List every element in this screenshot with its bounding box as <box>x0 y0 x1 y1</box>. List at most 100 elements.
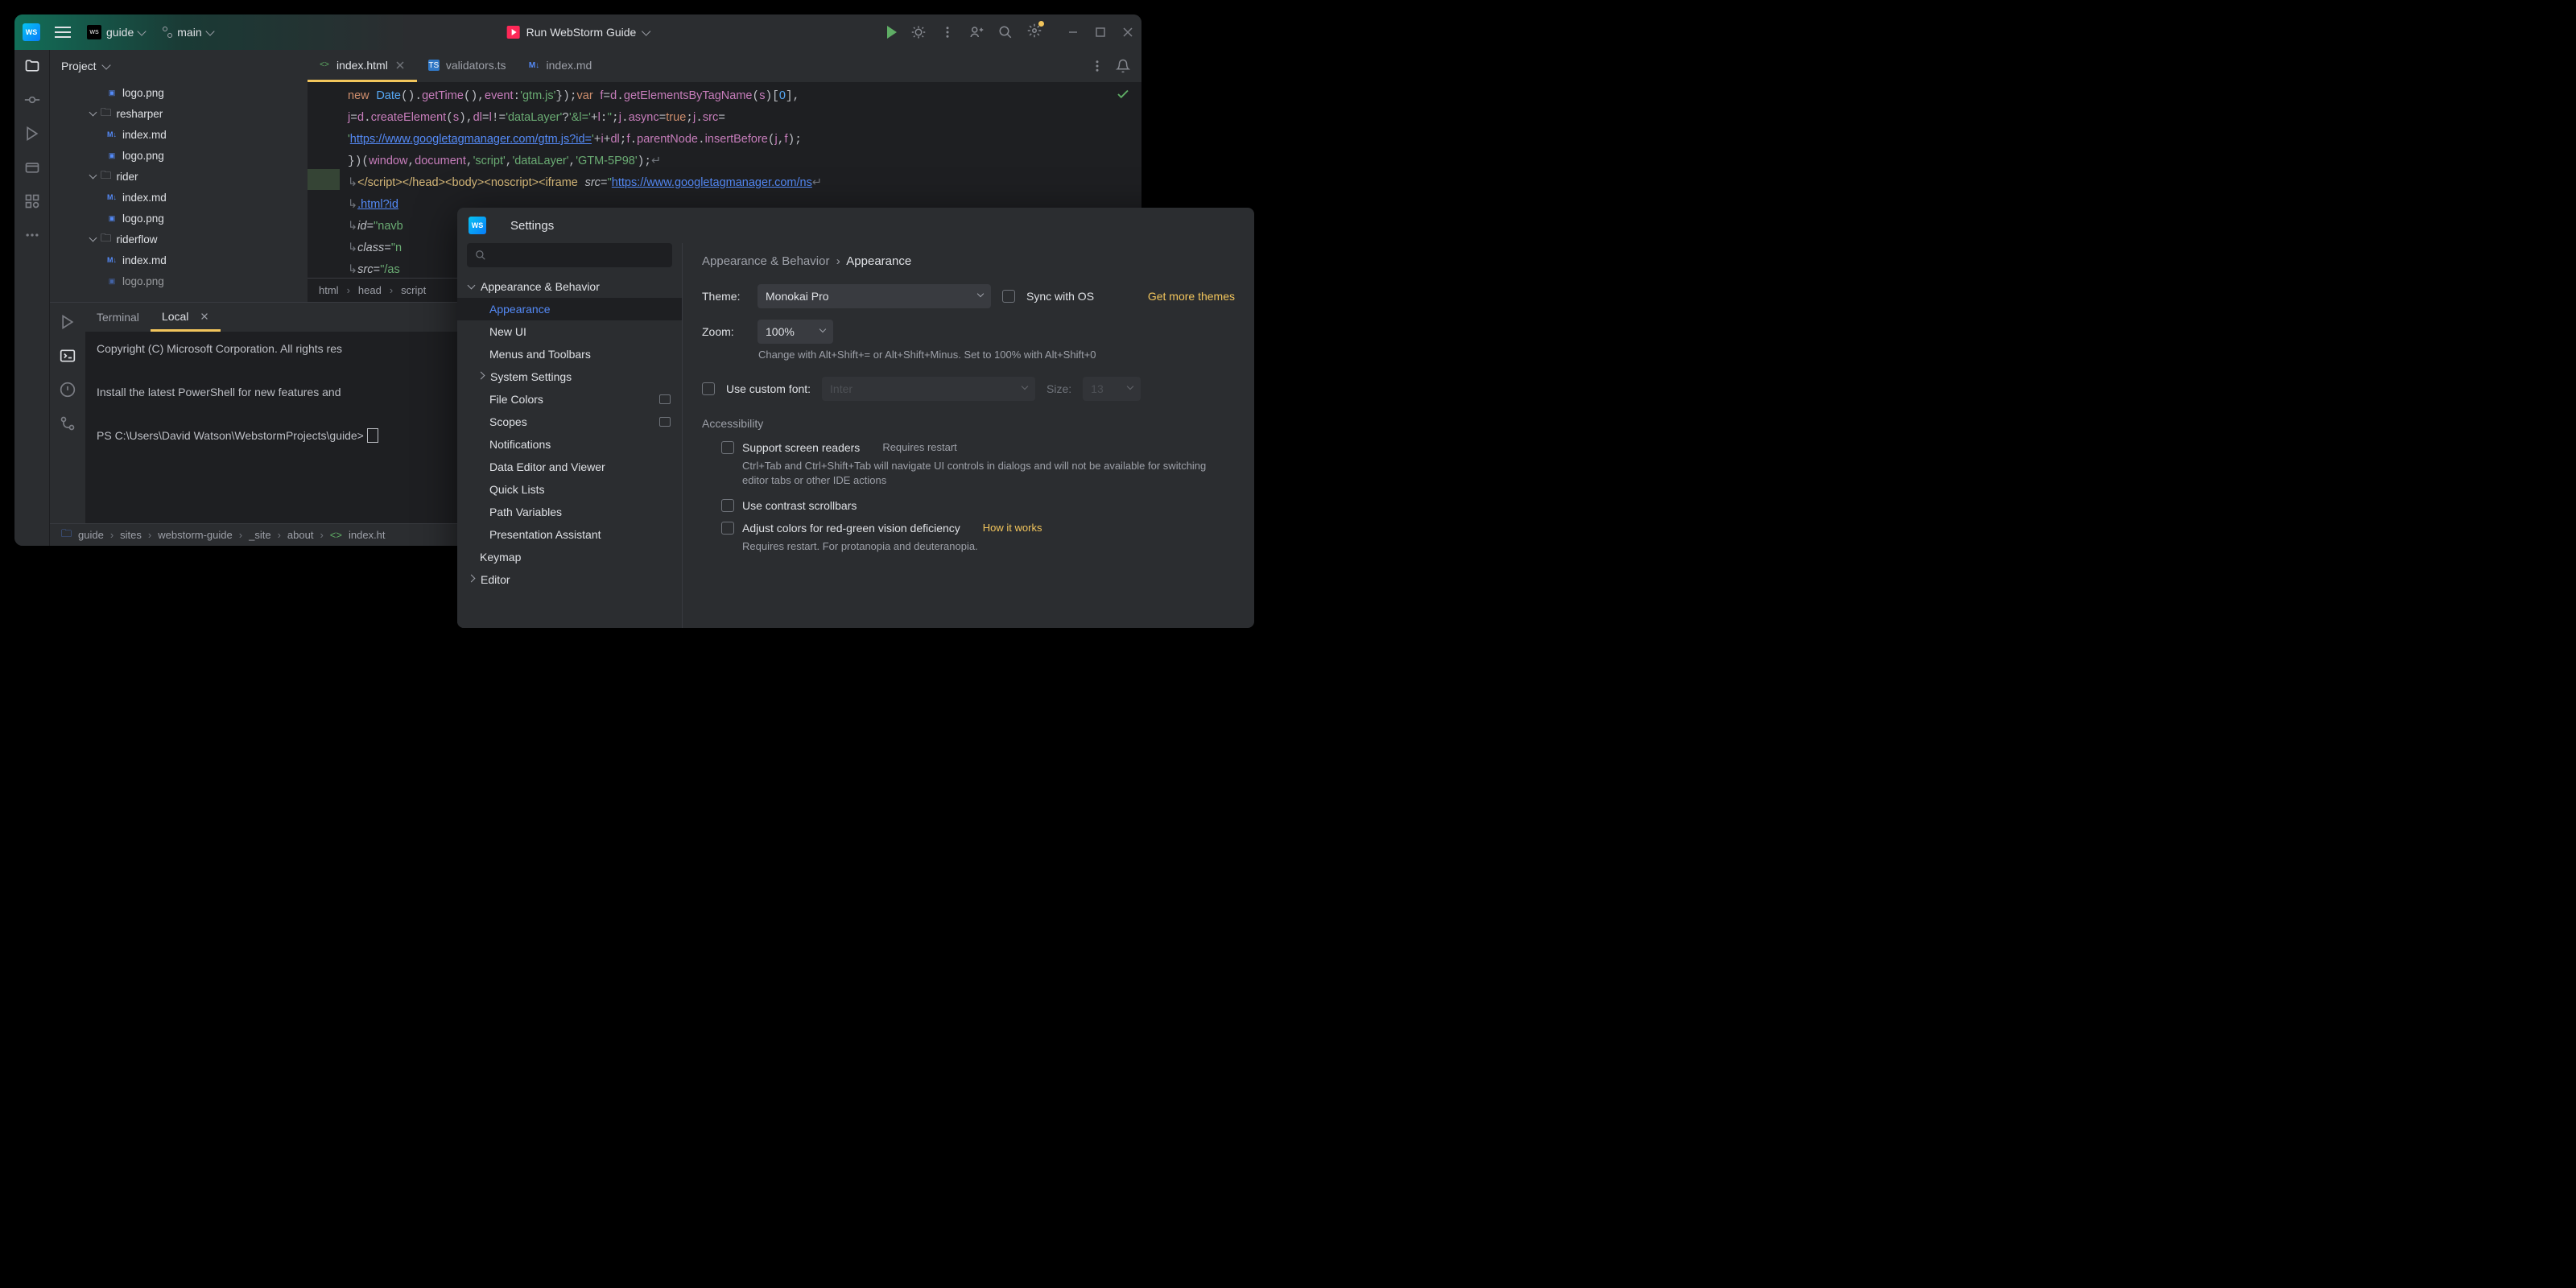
nav-path-variables[interactable]: Path Variables <box>457 501 682 523</box>
theme-select[interactable]: Monokai Pro <box>758 284 991 308</box>
settings-search-input[interactable] <box>467 243 672 267</box>
sync-os-checkbox[interactable] <box>1002 290 1015 303</box>
font-size-select[interactable]: 13 <box>1083 377 1141 401</box>
code-with-me-icon[interactable] <box>969 25 984 39</box>
settings-title: Settings <box>510 219 554 233</box>
close-icon[interactable] <box>200 312 209 321</box>
path-segment[interactable]: _site <box>249 529 270 541</box>
run-config-icon <box>507 26 520 39</box>
nav-menus-toolbars[interactable]: Menus and Toolbars <box>457 343 682 365</box>
chevron-right-icon <box>468 575 476 583</box>
search-icon <box>475 250 486 261</box>
nav-scopes[interactable]: Scopes <box>457 411 682 433</box>
markdown-icon: M↓ <box>529 60 540 71</box>
nav-new-ui[interactable]: New UI <box>457 320 682 343</box>
color-deficiency-desc: Requires restart. For protanopia and deu… <box>702 539 1235 554</box>
folder-icon: 🗀 <box>101 105 112 123</box>
more-icon[interactable] <box>940 25 955 39</box>
chevron-down-icon <box>138 27 147 35</box>
close-icon[interactable] <box>394 60 406 71</box>
commit-tool-icon[interactable] <box>24 92 40 108</box>
tab-more-icon[interactable] <box>1090 59 1104 73</box>
settings-breadcrumb: Appearance & Behavior › Appearance <box>702 254 1235 268</box>
main-menu-icon[interactable] <box>55 27 71 38</box>
path-segment[interactable]: webstorm-guide <box>158 529 233 541</box>
project-sidebar: Project ▣logo.png 🗀resharper M↓index.md … <box>50 50 308 302</box>
debug-button[interactable] <box>911 25 926 39</box>
editor-tabs: <>index.html TSvalidators.ts M↓index.md <box>308 50 1141 82</box>
path-segment[interactable]: about <box>287 529 314 541</box>
project-badge-icon <box>659 417 671 427</box>
inspection-ok-icon[interactable] <box>1116 87 1130 101</box>
folder-icon: 🗀 <box>61 526 72 544</box>
minimize-button[interactable] <box>1067 27 1079 38</box>
nav-presentation-assistant[interactable]: Presentation Assistant <box>457 523 682 546</box>
terminal-tool-icon[interactable] <box>60 348 76 364</box>
tree-file: M↓index.md <box>50 124 308 145</box>
file-tree[interactable]: ▣logo.png 🗀resharper M↓index.md ▣logo.pn… <box>50 82 308 302</box>
get-themes-link[interactable]: Get more themes <box>1148 290 1235 303</box>
run-tool-icon[interactable] <box>60 314 76 330</box>
project-tool-icon[interactable] <box>24 58 40 74</box>
search-icon[interactable] <box>998 25 1013 39</box>
image-icon: ▣ <box>106 275 118 287</box>
settings-titlebar: WS Settings <box>457 208 1254 243</box>
size-label: Size: <box>1046 382 1071 395</box>
screen-readers-checkbox[interactable] <box>721 441 734 454</box>
maximize-button[interactable] <box>1095 27 1106 38</box>
project-sidebar-header[interactable]: Project <box>50 50 308 82</box>
vcs-branch-selector[interactable]: main <box>161 26 213 39</box>
zoom-select[interactable]: 100% <box>758 320 833 344</box>
html-icon: <> <box>330 529 342 541</box>
theme-label: Theme: <box>702 290 746 303</box>
nav-appearance[interactable]: Appearance <box>457 298 682 320</box>
run-button[interactable] <box>887 26 897 39</box>
nav-notifications[interactable]: Notifications <box>457 433 682 456</box>
settings-dialog: WS Settings Appearance & Behavior Appear… <box>457 208 1254 628</box>
nav-data-editor[interactable]: Data Editor and Viewer <box>457 456 682 478</box>
terminal-tab[interactable]: Local <box>151 303 221 332</box>
nav-system-settings[interactable]: System Settings <box>457 365 682 388</box>
font-select[interactable]: Inter <box>822 377 1035 401</box>
close-button[interactable] <box>1122 27 1133 38</box>
image-icon: ▣ <box>106 150 118 161</box>
custom-font-checkbox[interactable] <box>702 382 715 395</box>
project-badge-icon <box>659 394 671 404</box>
editor-tab[interactable]: <>index.html <box>308 50 417 82</box>
markdown-icon: M↓ <box>106 192 118 203</box>
zoom-hint: Change with Alt+Shift+= or Alt+Shift+Min… <box>758 349 1235 361</box>
color-deficiency-checkbox[interactable] <box>721 522 734 535</box>
nav-file-colors[interactable]: File Colors <box>457 388 682 411</box>
editor-tab[interactable]: M↓index.md <box>518 50 604 82</box>
path-segment[interactable]: guide <box>78 529 104 541</box>
vcs-tool-icon[interactable] <box>60 415 76 431</box>
settings-icon[interactable] <box>1027 23 1042 42</box>
chevron-down-icon <box>1127 383 1133 390</box>
terminal-tab[interactable]: Terminal <box>85 303 151 332</box>
editor-tab[interactable]: TSvalidators.ts <box>417 50 518 82</box>
titlebar: WS WS guide main Run WebStorm Guide <box>14 14 1141 50</box>
nav-appearance-behavior[interactable]: Appearance & Behavior <box>457 275 682 298</box>
project-selector[interactable]: WS guide <box>87 25 145 39</box>
how-it-works-link[interactable]: How it works <box>983 522 1042 534</box>
tree-file: ▣logo.png <box>50 82 308 103</box>
image-icon: ▣ <box>106 213 118 224</box>
sync-os-label: Sync with OS <box>1026 290 1094 303</box>
contrast-scrollbars-checkbox[interactable] <box>721 499 734 512</box>
bookmarks-tool-icon[interactable] <box>24 159 40 175</box>
path-segment[interactable]: sites <box>120 529 142 541</box>
chevron-down-icon <box>642 27 650 35</box>
problems-tool-icon[interactable] <box>60 382 76 398</box>
structure-tool-icon[interactable] <box>24 126 40 142</box>
nav-quick-lists[interactable]: Quick Lists <box>457 478 682 501</box>
custom-font-label: Use custom font: <box>726 382 811 395</box>
project-icon: WS <box>87 25 101 39</box>
more-tools-icon[interactable] <box>24 227 40 243</box>
path-segment[interactable]: index.ht <box>349 529 386 541</box>
services-tool-icon[interactable] <box>24 193 40 209</box>
run-config-selector[interactable]: Run WebStorm Guide <box>507 26 650 39</box>
chevron-down-icon <box>1022 383 1028 390</box>
notifications-icon[interactable] <box>1116 59 1130 73</box>
nav-editor[interactable]: Editor <box>457 568 682 591</box>
nav-keymap[interactable]: Keymap <box>457 546 682 568</box>
